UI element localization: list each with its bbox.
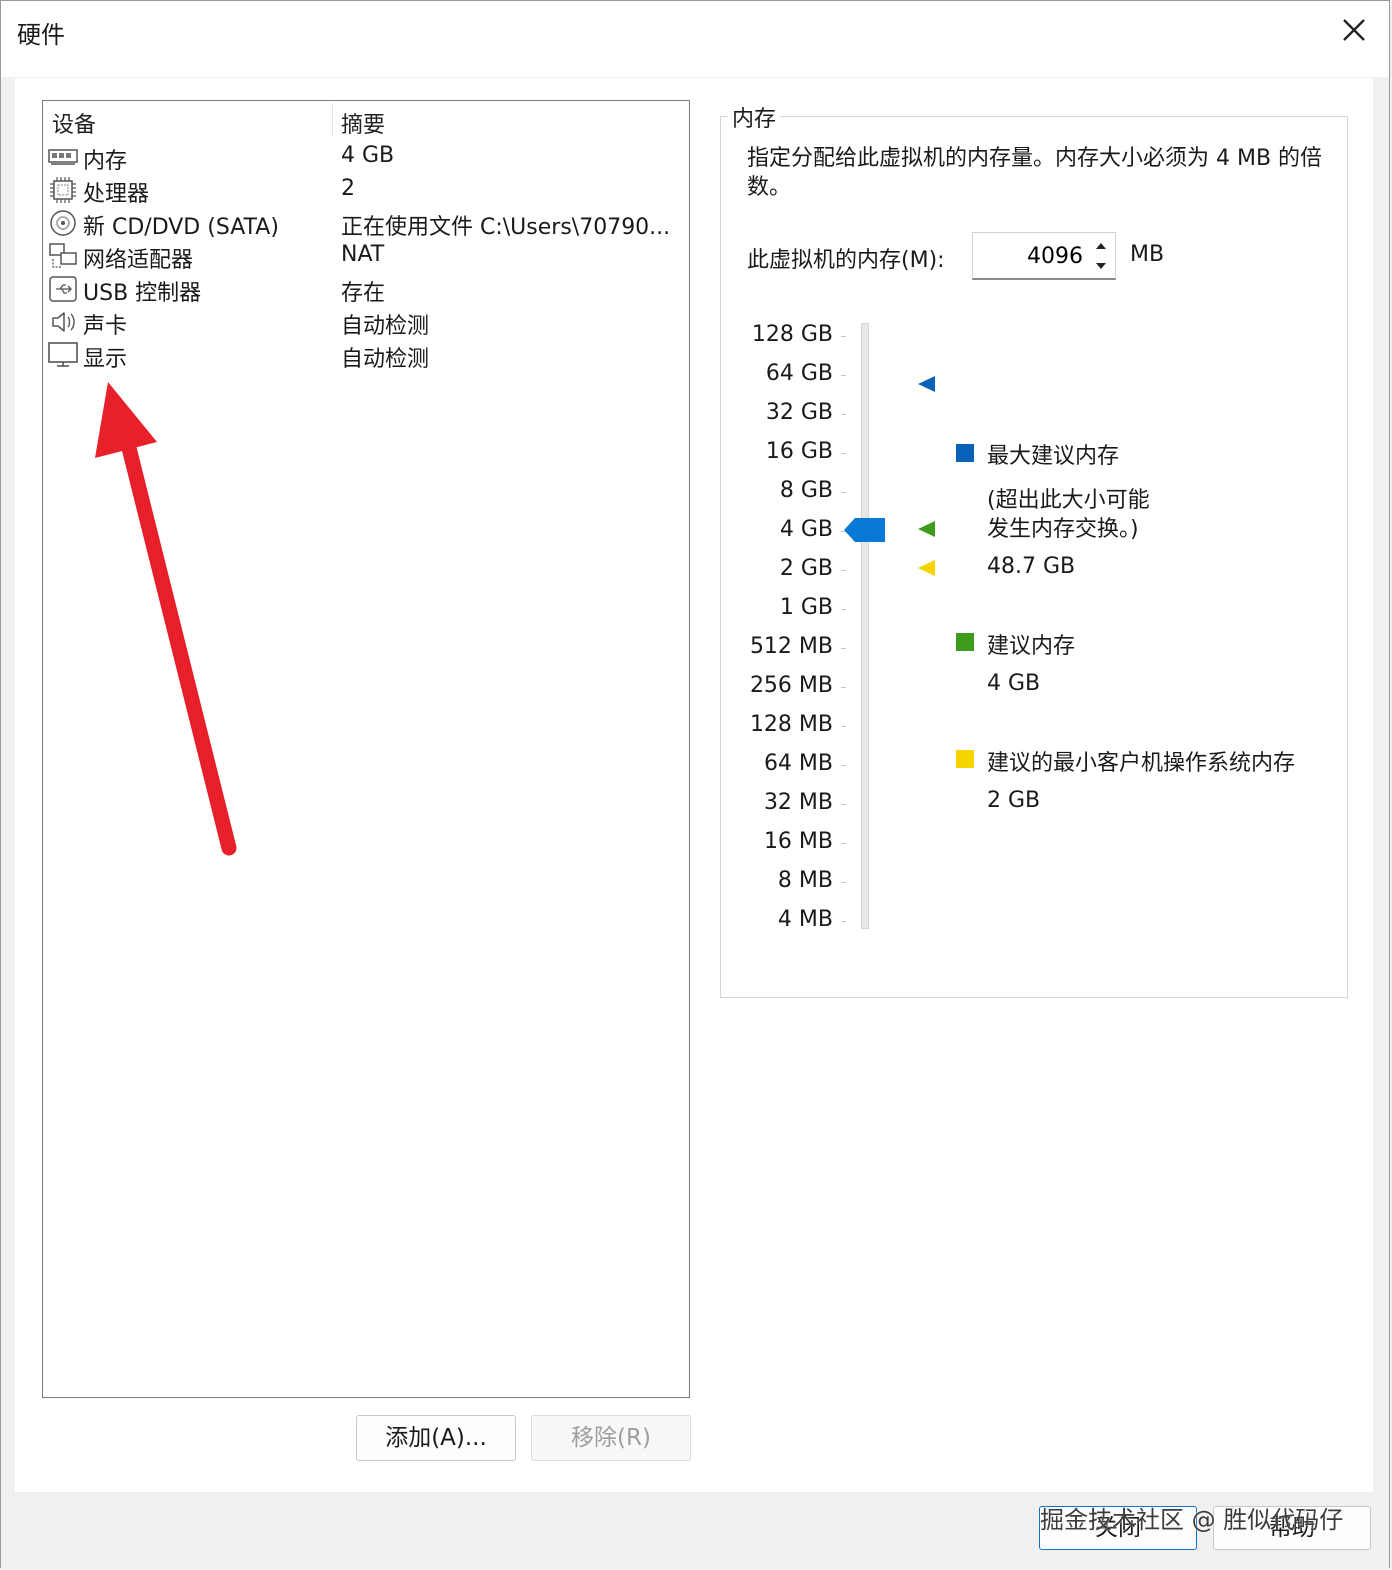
memory-scale-label: 64 GB	[765, 361, 833, 386]
device-row-cd-dvd[interactable]: 新 CD/DVD (SATA) 正在使用文件 C:\Users\70790...	[43, 207, 689, 240]
device-row-network-adapter[interactable]: 网络适配器 NAT	[43, 240, 689, 273]
list-header: 设备 摘要	[43, 101, 689, 139]
column-divider[interactable]	[332, 103, 333, 137]
title-bar: 硬件	[1, 1, 1389, 77]
memory-scale-tick	[841, 414, 846, 415]
memory-stepper	[972, 232, 1116, 280]
device-row-usb-controller[interactable]: USB 控制器 存在	[43, 273, 689, 306]
device-summary: 4 GB	[341, 143, 395, 168]
memory-unit: MB	[1130, 242, 1165, 267]
network-adapter-icon	[49, 243, 77, 268]
device-name: 网络适配器	[83, 248, 194, 273]
memory-scale-tick	[841, 687, 846, 688]
device-row-sound-card[interactable]: 声卡 自动检测	[43, 306, 689, 339]
memory-scale-label: 8 MB	[777, 868, 833, 893]
device-summary: 正在使用文件 C:\Users\70790...	[341, 215, 671, 240]
memory-scale-tick	[841, 492, 846, 493]
device-row-display[interactable]: 显示 自动检测	[43, 339, 689, 372]
close-icon[interactable]	[1337, 13, 1371, 47]
memory-group-title: 内存	[728, 101, 781, 133]
recommended-legend-value: 4 GB	[987, 671, 1041, 696]
memory-scale-label: 16 GB	[765, 439, 833, 464]
max-legend-swatch	[956, 444, 974, 462]
max-legend-value: 48.7 GB	[987, 554, 1076, 579]
recommended-marker-icon	[918, 521, 935, 537]
usb-icon	[49, 276, 77, 302]
device-list[interactable]: 设备 摘要 内存 4 GB 处理器 2 新 CD/DVD (SATA) 正在使用…	[42, 100, 690, 1398]
device-summary: 2	[341, 176, 355, 201]
memory-icon	[48, 149, 78, 165]
memory-scale-tick	[841, 804, 846, 805]
min-legend-swatch	[956, 750, 974, 768]
memory-scale-label: 4 MB	[777, 907, 833, 932]
recommended-legend-title: 建议内存	[987, 634, 1076, 659]
summary-column-header[interactable]: 摘要	[341, 107, 385, 139]
memory-scale-label: 8 GB	[779, 478, 833, 503]
memory-scale-tick	[841, 765, 846, 766]
device-column-header[interactable]: 设备	[52, 107, 96, 139]
device-summary: 存在	[341, 281, 386, 306]
device-name: 声卡	[83, 314, 128, 339]
memory-input[interactable]	[977, 237, 1085, 275]
memory-scale-label: 128 GB	[751, 322, 833, 347]
add-button[interactable]: 添加(A)...	[356, 1415, 516, 1461]
memory-description: 指定分配给此虚拟机的内存量。内存大小必须为 4 MB 的倍数。	[747, 146, 1323, 200]
device-name: USB 控制器	[83, 281, 202, 306]
device-row-memory[interactable]: 内存 4 GB	[43, 141, 689, 174]
memory-slider-thumb[interactable]	[844, 517, 886, 543]
memory-scale-tick	[841, 609, 846, 610]
memory-scale-label: 4 GB	[779, 517, 833, 542]
monitor-icon	[48, 342, 78, 367]
watermark: 掘金技术社区 @ 胜似代码仔	[1040, 1506, 1344, 1534]
cd-dvd-icon	[50, 210, 76, 236]
memory-scale-label: 16 MB	[763, 829, 833, 854]
device-name: 新 CD/DVD (SATA)	[83, 215, 279, 240]
memory-scale-label: 64 MB	[763, 751, 833, 776]
remove-button[interactable]: 移除(R)	[531, 1415, 691, 1461]
memory-scale-tick	[841, 726, 846, 727]
memory-slider-track[interactable]	[861, 323, 869, 929]
memory-scale-label: 32 MB	[763, 790, 833, 815]
device-name: 处理器	[83, 182, 150, 207]
recommended-legend-swatch	[956, 633, 974, 651]
processor-icon	[50, 177, 76, 203]
device-summary: 自动检测	[341, 314, 430, 339]
memory-scale-label: 1 GB	[779, 595, 833, 620]
device-summary: 自动检测	[341, 347, 430, 372]
max-legend-note: (超出此大小可能	[987, 488, 1150, 513]
min-legend-value: 2 GB	[987, 788, 1041, 813]
speaker-icon	[52, 312, 75, 332]
memory-scale-label: 512 MB	[749, 634, 833, 659]
device-summary: NAT	[341, 242, 385, 267]
min-legend-title: 建议的最小客户机操作系统内存	[987, 751, 1296, 776]
memory-scale-label: 2 GB	[779, 556, 833, 581]
memory-scale-tick	[841, 843, 846, 844]
memory-scale-tick	[841, 336, 846, 337]
memory-scale-tick	[841, 570, 846, 571]
min-recommended-marker-icon	[918, 560, 935, 576]
memory-scale-label: 32 GB	[765, 400, 833, 425]
device-name: 显示	[83, 347, 128, 372]
memory-scale-label: 256 MB	[749, 673, 833, 698]
memory-scale-tick	[841, 882, 846, 883]
max-legend-note: 发生内存交换。)	[987, 517, 1139, 542]
memory-scale-tick	[841, 648, 846, 649]
spin-up-icon[interactable]	[1089, 234, 1113, 256]
memory-scale-tick	[841, 375, 846, 376]
memory-field-label: 此虚拟机的内存(M):	[747, 248, 945, 273]
memory-scale-tick	[841, 453, 846, 454]
max-recommended-marker-icon	[918, 376, 935, 392]
device-name: 内存	[83, 149, 128, 174]
window-title: 硬件	[17, 21, 65, 49]
memory-scale-tick	[841, 921, 846, 922]
max-legend-title: 最大建议内存	[987, 444, 1120, 469]
device-row-processor[interactable]: 处理器 2	[43, 174, 689, 207]
memory-scale-label: 128 MB	[749, 712, 833, 737]
spin-down-icon[interactable]	[1089, 256, 1113, 278]
